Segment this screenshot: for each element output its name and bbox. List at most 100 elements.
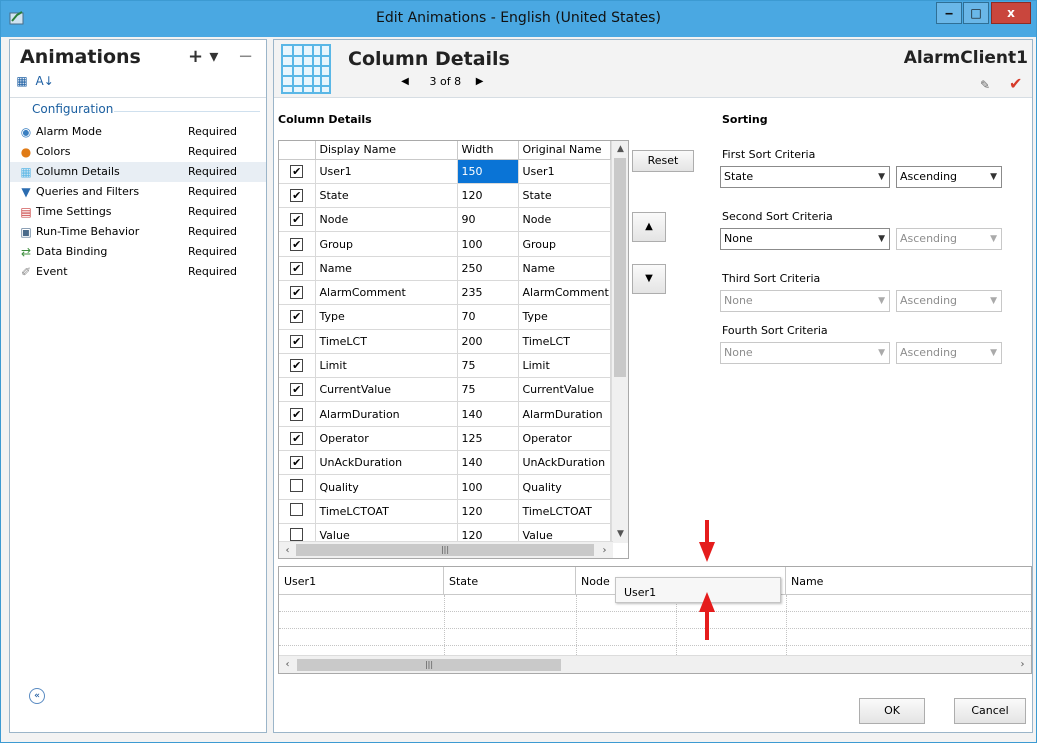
maximize-button[interactable]: □ (963, 2, 989, 24)
scroll-thumb[interactable]: ||| (296, 544, 594, 556)
visible-checkbox[interactable] (290, 479, 304, 492)
animation-item[interactable]: ▣ Run-Time Behavior Required (10, 222, 266, 242)
original-name-cell[interactable]: UnAckDuration (518, 450, 611, 476)
display-name-cell[interactable]: TimeLCT (315, 329, 458, 354)
animation-item[interactable]: ◉ Alarm Mode Required (10, 122, 266, 142)
visible-checkbox-cell[interactable]: ✔ (279, 183, 316, 209)
scroll-right-icon[interactable]: › (596, 542, 613, 558)
original-name-cell[interactable]: Operator (518, 426, 611, 452)
table-row[interactable]: ✔ User1 150 User1 (279, 159, 611, 184)
display-name-cell[interactable]: State (315, 183, 458, 209)
sort-field-select[interactable]: State ▼ (720, 166, 890, 188)
display-name-cell[interactable]: User1 (315, 159, 458, 184)
scroll-down-icon[interactable]: ▼ (612, 526, 628, 543)
visible-checkbox[interactable]: ✔ (290, 310, 304, 324)
visible-checkbox-cell[interactable] (279, 499, 316, 524)
visible-checkbox-cell[interactable]: ✔ (279, 304, 316, 330)
width-cell[interactable]: 120 (457, 183, 519, 209)
close-button[interactable]: x (991, 2, 1031, 24)
display-name-cell[interactable]: Name (315, 256, 458, 281)
visible-checkbox-cell[interactable]: ✔ (279, 329, 316, 354)
original-name-cell[interactable]: Group (518, 231, 611, 257)
display-name-cell[interactable]: AlarmDuration (315, 401, 458, 427)
table-row[interactable]: ✔ AlarmComment 235 AlarmComment (279, 280, 611, 306)
visible-checkbox-cell[interactable]: ✔ (279, 353, 316, 379)
add-animation-button[interactable]: + ▾ (188, 46, 218, 67)
original-name-cell[interactable]: TimeLCT (518, 329, 611, 354)
move-down-button[interactable]: ▼ (632, 264, 666, 294)
scroll-right-icon[interactable]: › (1014, 656, 1031, 673)
display-name-cell[interactable]: Operator (315, 426, 458, 452)
display-name-cell[interactable]: Quality (315, 474, 458, 500)
animation-item[interactable]: ▦ Column Details Required (10, 162, 266, 182)
animation-item[interactable]: ▤ Time Settings Required (10, 202, 266, 222)
categorized-view-icon[interactable]: ▦ (14, 73, 30, 89)
width-cell[interactable]: 100 (457, 474, 519, 500)
sort-order-select[interactable]: Ascending ▼ (896, 228, 1002, 250)
preview-column-header[interactable]: Name (786, 567, 1031, 595)
original-name-cell[interactable]: AlarmDuration (518, 401, 611, 427)
width-cell[interactable]: 125 (457, 426, 519, 452)
previous-page-icon[interactable]: ◀ (398, 76, 412, 87)
grid-header-original-name[interactable]: Original Name (518, 141, 611, 160)
original-name-cell[interactable]: CurrentValue (518, 377, 611, 403)
next-page-icon[interactable]: ▶ (473, 76, 487, 87)
grid-horizontal-scrollbar[interactable]: ‹ ||| › (279, 541, 613, 558)
visible-checkbox-cell[interactable]: ✔ (279, 377, 316, 403)
checkmark-icon[interactable]: ✔ (1009, 74, 1022, 93)
visible-checkbox[interactable]: ✔ (290, 164, 304, 178)
reset-button[interactable]: Reset (632, 150, 694, 172)
visible-checkbox[interactable]: ✔ (290, 383, 304, 397)
table-row[interactable]: ✔ Group 100 Group (279, 231, 611, 257)
visible-checkbox[interactable]: ✔ (290, 188, 304, 202)
sort-order-select[interactable]: Ascending ▼ (896, 166, 1002, 188)
table-row[interactable]: ✔ State 120 State (279, 183, 611, 209)
grid-header-display-name[interactable]: Display Name (315, 141, 458, 160)
move-up-button[interactable]: ▲ (632, 212, 666, 242)
width-cell[interactable]: 75 (457, 353, 519, 379)
table-row[interactable]: TimeLCTOAT 120 TimeLCTOAT (279, 499, 611, 524)
minimize-button[interactable]: ‒ (936, 2, 962, 24)
chevron-down-icon[interactable]: ▼ (878, 343, 885, 363)
cancel-button[interactable]: Cancel (954, 698, 1026, 724)
eraser-icon[interactable]: ✎ (980, 78, 990, 92)
width-cell[interactable]: 75 (457, 377, 519, 403)
collapse-pane-icon[interactable]: « (29, 688, 45, 704)
table-row[interactable]: ✔ Name 250 Name (279, 256, 611, 281)
ok-button[interactable]: OK (859, 698, 925, 724)
visible-checkbox-cell[interactable]: ✔ (279, 231, 316, 257)
visible-checkbox-cell[interactable]: ✔ (279, 207, 316, 233)
table-row[interactable]: ✔ TimeLCT 200 TimeLCT (279, 329, 611, 354)
width-cell[interactable]: 140 (457, 450, 519, 476)
table-row[interactable]: ✔ CurrentValue 75 CurrentValue (279, 377, 611, 403)
visible-checkbox-cell[interactable]: ✔ (279, 426, 316, 452)
original-name-cell[interactable]: Node (518, 207, 611, 233)
sort-field-select[interactable]: None ▼ (720, 228, 890, 250)
chevron-down-icon[interactable]: ▼ (990, 343, 997, 363)
original-name-cell[interactable]: State (518, 183, 611, 209)
original-name-cell[interactable]: Type (518, 304, 611, 330)
original-name-cell[interactable]: Limit (518, 353, 611, 379)
visible-checkbox-cell[interactable]: ✔ (279, 159, 316, 184)
visible-checkbox[interactable]: ✔ (290, 286, 304, 300)
chevron-down-icon[interactable]: ▼ (878, 229, 885, 249)
width-cell[interactable]: 120 (457, 499, 519, 524)
sort-order-select[interactable]: Ascending ▼ (896, 290, 1002, 312)
visible-checkbox-cell[interactable]: ✔ (279, 401, 316, 427)
original-name-cell[interactable]: User1 (518, 159, 611, 184)
chevron-down-icon[interactable]: ▼ (878, 167, 885, 187)
visible-checkbox[interactable]: ✔ (290, 407, 304, 421)
scroll-thumb[interactable] (614, 158, 626, 377)
width-cell[interactable]: 250 (457, 256, 519, 281)
original-name-cell[interactable]: AlarmComment (518, 280, 611, 306)
animation-item[interactable]: ● Colors Required (10, 142, 266, 162)
visible-checkbox[interactable]: ✔ (290, 213, 304, 227)
animation-item[interactable]: ⇄ Data Binding Required (10, 242, 266, 262)
animation-item[interactable]: ▼ Queries and Filters Required (10, 182, 266, 202)
display-name-cell[interactable]: TimeLCTOAT (315, 499, 458, 524)
visible-checkbox-cell[interactable]: ✔ (279, 280, 316, 306)
visible-checkbox[interactable]: ✔ (290, 431, 304, 445)
visible-checkbox[interactable]: ✔ (290, 456, 304, 470)
remove-animation-button[interactable]: − (238, 46, 253, 67)
width-cell[interactable]: 90 (457, 207, 519, 233)
